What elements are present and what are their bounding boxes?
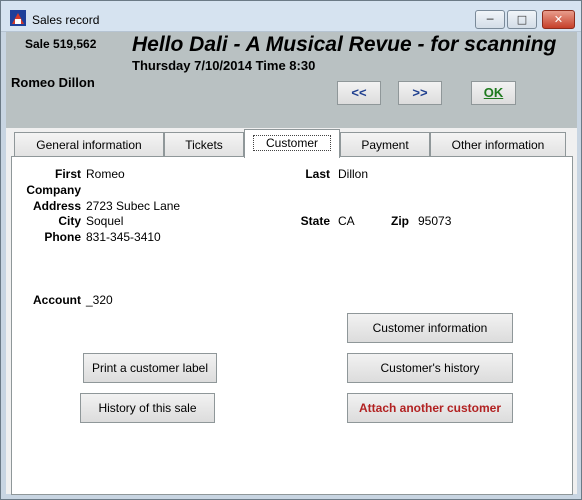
previous-record-button[interactable]: << xyxy=(337,81,381,105)
tab-general-information[interactable]: General information xyxy=(14,132,164,157)
tab-customer[interactable]: Customer xyxy=(244,129,340,158)
customer-information-button[interactable]: Customer information xyxy=(347,313,513,343)
next-record-button[interactable]: >> xyxy=(398,81,442,105)
company-label: Company xyxy=(26,183,81,197)
tab-panel: General information Tickets Customer Pay… xyxy=(6,128,577,495)
zip-value: 95073 xyxy=(418,214,452,228)
history-of-sale-button[interactable]: History of this sale xyxy=(80,393,215,423)
close-button[interactable]: ✕ xyxy=(542,10,575,29)
window-title: Sales record xyxy=(32,13,100,27)
minimize-button[interactable]: ─ xyxy=(475,10,505,29)
tab-label: Payment xyxy=(361,138,409,152)
last-name-label: Last xyxy=(305,167,330,181)
tab-other-information[interactable]: Other information xyxy=(430,132,566,157)
city-value: Soquel xyxy=(86,214,124,228)
phone-label: Phone xyxy=(44,230,81,244)
attach-another-customer-button[interactable]: Attach another customer xyxy=(347,393,513,423)
account-label: Account xyxy=(33,293,81,307)
phone-value: 831-345-3410 xyxy=(86,230,161,244)
tab-label: Tickets xyxy=(185,138,223,152)
customer-name: Romeo Dillon xyxy=(11,75,95,90)
customer-information-label: Customer information xyxy=(372,321,488,335)
first-name-label: First xyxy=(54,167,81,181)
account-value: _320 xyxy=(86,293,113,307)
tab-payment[interactable]: Payment xyxy=(340,132,430,157)
history-of-sale-label: History of this sale xyxy=(98,401,197,415)
sales-record-window: Sales record ─ □ ✕ Sale 519,562 Hello Da… xyxy=(0,0,582,500)
print-customer-label-button[interactable]: Print a customer label xyxy=(83,353,217,383)
first-name-value: Romeo xyxy=(86,167,125,181)
print-customer-label-text: Print a customer label xyxy=(91,361,209,375)
maximize-button[interactable]: □ xyxy=(507,10,537,29)
minimize-icon: ─ xyxy=(486,13,494,26)
ok-button[interactable]: OK xyxy=(471,81,516,105)
tab-label: Customer xyxy=(252,135,331,151)
address-label: Address xyxy=(32,199,81,213)
city-label: City xyxy=(58,214,81,228)
customer-history-label: Customer's history xyxy=(380,361,480,375)
attach-another-customer-label: Attach another customer xyxy=(358,401,502,415)
show-title: Hello Dali - A Musical Revue - for scann… xyxy=(132,33,557,56)
tab-label: Other information xyxy=(451,138,545,152)
customer-history-button[interactable]: Customer's history xyxy=(347,353,513,383)
customer-tab-content: First Romeo Last Dillon Company Address … xyxy=(11,156,573,495)
state-label: State xyxy=(300,214,330,228)
state-value: CA xyxy=(338,214,355,228)
app-icon xyxy=(10,10,26,26)
address-value: 2723 Subec Lane xyxy=(86,199,181,213)
tab-tickets[interactable]: Tickets xyxy=(164,132,244,157)
close-icon: ✕ xyxy=(553,13,564,26)
zip-label: Zip xyxy=(391,214,409,228)
last-name-value: Dillon xyxy=(338,167,369,181)
sale-number: Sale 519,562 xyxy=(25,37,97,51)
tab-label: General information xyxy=(36,138,142,152)
sale-header: Sale 519,562 Hello Dali - A Musical Revu… xyxy=(6,32,577,128)
maximize-icon: □ xyxy=(516,13,528,26)
title-bar: Sales record ─ □ ✕ xyxy=(1,1,581,32)
show-datetime: Thursday 7/10/2014 Time 8:30 xyxy=(132,58,316,73)
